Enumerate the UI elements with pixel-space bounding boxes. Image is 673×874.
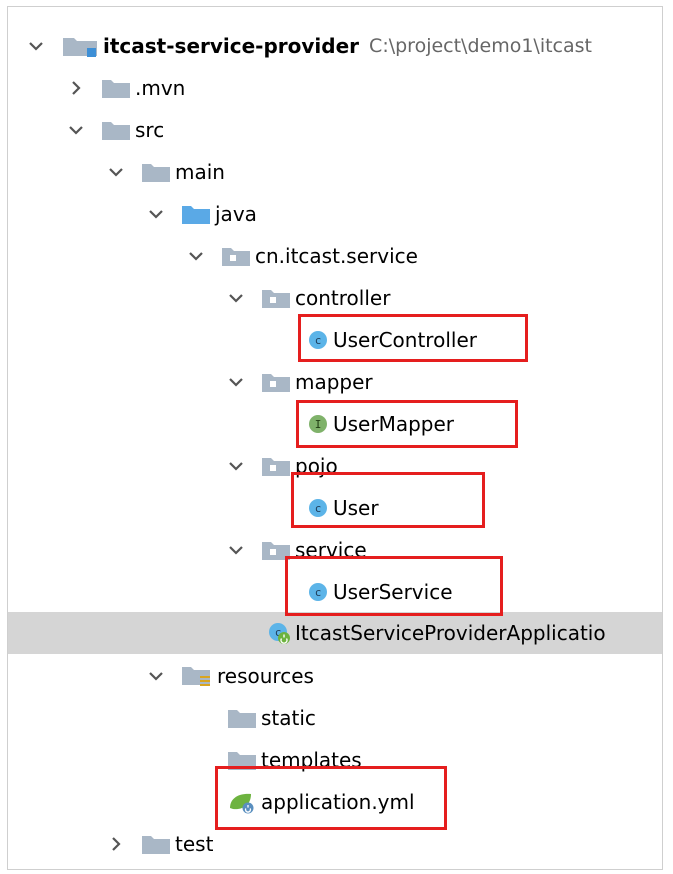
chevron-right-icon[interactable] (65, 77, 87, 99)
tree-item-ItcastServiceProviderApplication[interactable]: c ItcastServiceProviderApplicatio (8, 612, 662, 654)
module-folder-icon (61, 34, 99, 58)
class-icon-letter: c (315, 586, 322, 599)
tree-item-label: User (333, 496, 379, 520)
resources-folder-icon (181, 664, 213, 688)
tree-item-main[interactable]: main (8, 151, 662, 193)
chevron-down-icon[interactable] (225, 539, 247, 561)
chevron-down-icon[interactable] (145, 203, 167, 225)
folder-icon (227, 749, 257, 771)
tree-item-UserController[interactable]: c UserController (8, 319, 662, 361)
chevron-down-icon[interactable] (25, 35, 47, 57)
folder-icon (141, 833, 171, 855)
tree-item-UserMapper[interactable]: I UserMapper (8, 403, 662, 445)
folder-icon (101, 77, 131, 99)
tree-item-mvn[interactable]: .mvn (8, 67, 662, 109)
package-icon (261, 287, 291, 309)
spring-config-icon (227, 790, 257, 814)
package-icon (261, 539, 291, 561)
chevron-down-icon[interactable] (225, 371, 247, 393)
chevron-down-icon[interactable] (65, 119, 87, 141)
tree-item-static[interactable]: static (8, 697, 662, 739)
folder-icon (141, 161, 171, 183)
class-icon-letter: c (315, 334, 322, 347)
package-icon (261, 371, 291, 393)
chevron-down-icon[interactable] (105, 161, 127, 183)
tree-item-label: pojo (295, 454, 338, 478)
chevron-down-icon[interactable] (225, 287, 247, 309)
folder-icon (227, 707, 257, 729)
tree-item-src[interactable]: src (8, 109, 662, 151)
package-icon (261, 455, 291, 477)
tree-item-label: service (295, 538, 367, 562)
tree-item-service[interactable]: service (8, 529, 662, 571)
tree-item-label: mapper (295, 370, 373, 394)
tree-item-label: main (175, 160, 225, 184)
chevron-down-icon[interactable] (145, 665, 167, 687)
project-tree: itcast-service-provider C:\project\demo1… (7, 6, 663, 870)
module-path: C:\project\demo1\itcast (369, 35, 592, 57)
tree-item-label: static (261, 706, 316, 730)
class-icon: c (307, 581, 329, 603)
tree-item-resources[interactable]: resources (8, 655, 662, 697)
spring-boot-class-icon: c (267, 621, 291, 645)
tree-item-label: src (135, 118, 165, 142)
tree-item-UserService[interactable]: c UserService (8, 571, 662, 613)
source-folder-icon (181, 203, 211, 225)
chevron-down-icon[interactable] (225, 455, 247, 477)
tree-item-label: .mvn (135, 76, 186, 100)
tree-item-itcast-service-provider[interactable]: itcast-service-provider C:\project\demo1… (8, 25, 662, 67)
tree-item-label: UserController (333, 328, 477, 352)
class-icon: c (307, 329, 329, 351)
folder-icon (101, 119, 131, 141)
tree-item-label: ItcastServiceProviderApplicatio (295, 621, 606, 645)
chevron-down-icon[interactable] (185, 245, 207, 267)
tree-item-label: templates (261, 748, 362, 772)
tree-item-label: controller (295, 286, 391, 310)
tree-item-mapper[interactable]: mapper (8, 361, 662, 403)
tree-item-templates[interactable]: templates (8, 739, 662, 781)
interface-icon: I (307, 413, 329, 435)
tree-item-User[interactable]: c User (8, 487, 662, 529)
tree-item-cn-itcast-service[interactable]: cn.itcast.service (8, 235, 662, 277)
chevron-right-icon[interactable] (105, 833, 127, 855)
tree-item-java[interactable]: java (8, 193, 662, 235)
tree-item-test[interactable]: test (8, 823, 662, 865)
package-icon (221, 245, 251, 267)
tree-item-label: UserService (333, 580, 453, 604)
tree-item-pojo[interactable]: pojo (8, 445, 662, 487)
tree-item-label: cn.itcast.service (255, 244, 418, 268)
class-icon: c (307, 497, 329, 519)
tree-item-application-yml[interactable]: application.yml (8, 781, 662, 823)
tree-item-label: java (215, 202, 257, 226)
tree-item-label: application.yml (261, 790, 415, 814)
interface-icon-letter: I (315, 418, 322, 431)
tree-item-label: itcast-service-provider (103, 34, 360, 58)
tree-item-label: test (175, 832, 214, 856)
class-icon-letter: c (315, 502, 322, 515)
tree-item-controller[interactable]: controller (8, 277, 662, 319)
tree-item-label: UserMapper (333, 412, 455, 436)
tree-item-label: resources (217, 664, 314, 688)
